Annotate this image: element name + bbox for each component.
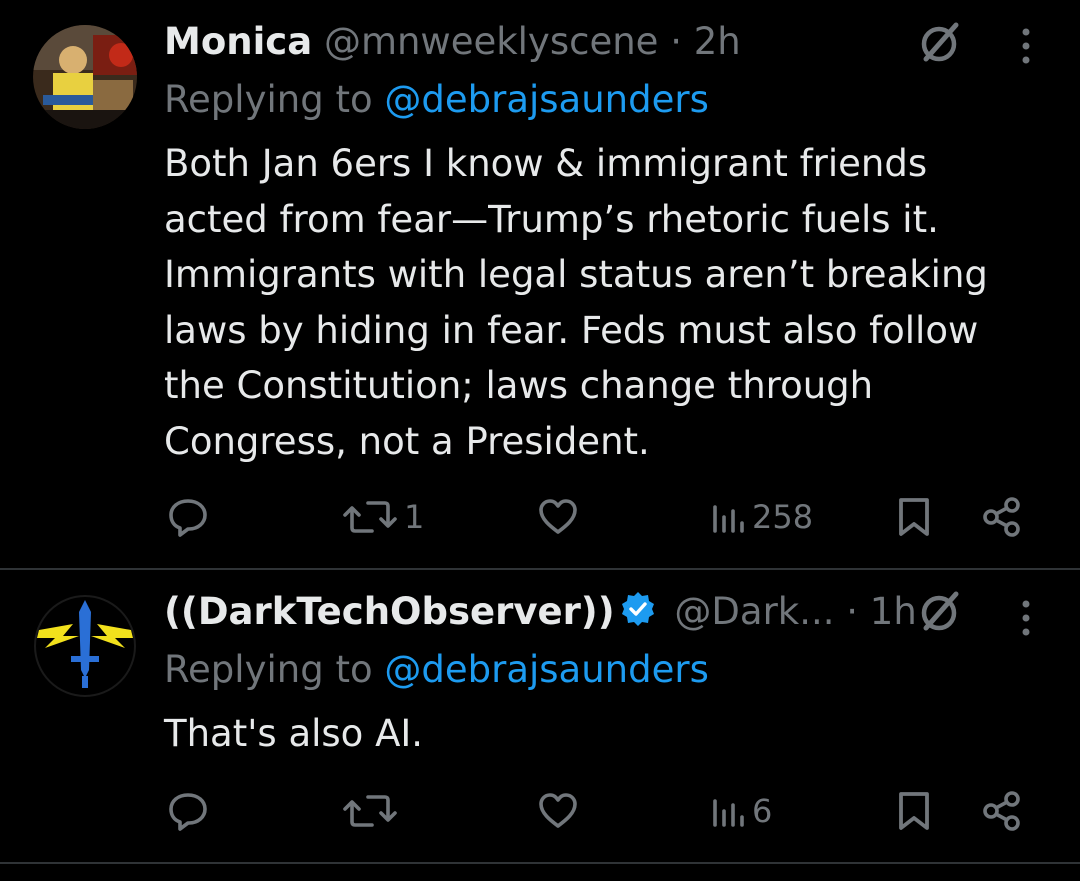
reply-icon bbox=[169, 793, 207, 831]
like-button[interactable] bbox=[536, 495, 586, 539]
like-button[interactable] bbox=[536, 789, 586, 833]
bookmark-icon bbox=[899, 792, 929, 830]
avatar[interactable] bbox=[33, 25, 137, 129]
replying-to-line: Replying to @debrajsaunders bbox=[164, 648, 709, 692]
avatar[interactable] bbox=[33, 594, 137, 698]
repost-icon bbox=[343, 501, 397, 533]
display-name[interactable]: ((DarkTechObserver)) bbox=[164, 590, 615, 633]
reply-feed: Monica @mnweeklyscene · 2h Replying to @… bbox=[0, 0, 1080, 881]
post-divider bbox=[0, 862, 1080, 864]
user-handle[interactable]: @Dark... bbox=[674, 590, 834, 633]
replying-prefix: Replying to bbox=[164, 78, 373, 121]
repost-icon bbox=[343, 795, 397, 827]
repost-count: 1 bbox=[404, 498, 425, 536]
post-monica[interactable]: Monica @mnweeklyscene · 2h Replying to @… bbox=[0, 0, 1080, 569]
views-count: 6 bbox=[752, 792, 773, 830]
repost-button[interactable]: 1 bbox=[342, 495, 424, 539]
bookmark-button[interactable] bbox=[892, 789, 936, 833]
views-button[interactable]: 258 bbox=[710, 495, 813, 539]
grok-icon[interactable] bbox=[918, 21, 962, 65]
replying-to-link[interactable]: @debrajsaunders bbox=[384, 648, 709, 691]
views-icon bbox=[713, 505, 744, 533]
reply-button[interactable] bbox=[166, 495, 216, 539]
user-handle[interactable]: @mnweeklyscene bbox=[324, 20, 658, 63]
more-vertical-icon[interactable] bbox=[1014, 24, 1038, 68]
separator-dot: · bbox=[670, 20, 682, 63]
share-button[interactable] bbox=[980, 789, 1024, 833]
replying-to-line: Replying to @debrajsaunders bbox=[164, 78, 709, 122]
views-icon bbox=[713, 799, 744, 827]
post-text: Both Jan 6ers I know & immigrant friends… bbox=[164, 142, 988, 463]
bookmark-icon bbox=[899, 498, 929, 536]
share-button[interactable] bbox=[980, 495, 1024, 539]
post-header: ((DarkTechObserver)) @Dark... · 1h bbox=[164, 590, 950, 638]
replying-to-link[interactable]: @debrajsaunders bbox=[384, 78, 709, 121]
views-count: 258 bbox=[752, 498, 814, 536]
share-icon bbox=[983, 497, 1020, 537]
reply-button[interactable] bbox=[166, 789, 216, 833]
reply-icon bbox=[169, 499, 207, 537]
more-vertical-icon[interactable] bbox=[1014, 596, 1038, 640]
grok-icon[interactable] bbox=[918, 590, 962, 634]
bookmark-button[interactable] bbox=[892, 495, 936, 539]
heart-icon bbox=[539, 499, 577, 534]
share-icon bbox=[983, 791, 1020, 831]
post-darktechobserver[interactable]: ((DarkTechObserver)) @Dark... · 1h Reply… bbox=[0, 570, 1080, 862]
replying-prefix: Replying to bbox=[164, 648, 373, 691]
post-header: Monica @mnweeklyscene · 2h bbox=[164, 20, 950, 64]
repost-button[interactable] bbox=[342, 789, 404, 833]
post-text: That's also AI. bbox=[164, 712, 424, 755]
verified-badge-icon bbox=[619, 590, 657, 638]
separator-dot: · bbox=[846, 590, 859, 633]
post-time[interactable]: 1h bbox=[870, 590, 917, 633]
views-button[interactable]: 6 bbox=[710, 789, 772, 833]
display-name[interactable]: Monica bbox=[164, 20, 312, 63]
heart-icon bbox=[539, 793, 577, 828]
post-time[interactable]: 2h bbox=[694, 20, 741, 63]
